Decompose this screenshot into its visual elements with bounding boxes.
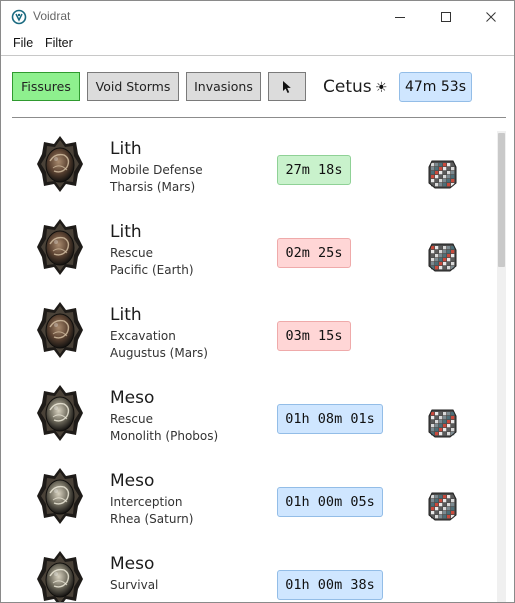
fissure-timer: 01h 08m 01s — [277, 404, 383, 434]
mission-node: Rhea (Saturn) — [110, 512, 194, 526]
fissure-timer: 02m 25s — [277, 238, 351, 268]
fissure-timer: 01h 00m 05s — [277, 487, 383, 517]
fissure-row: Lith Rescue Pacific (Earth) 02m 25s — [1, 201, 496, 284]
relic-tier: Meso — [110, 471, 155, 491]
relic-tier: Lith — [110, 305, 142, 325]
fissure-row: Lith Excavation Augustus (Mars) 03m 15s — [1, 284, 496, 367]
menu-file[interactable]: File — [13, 36, 33, 50]
mission-node: Tharsis (Mars) — [110, 180, 196, 194]
mission-type: Rescue — [110, 412, 154, 426]
relic-icon — [37, 302, 83, 358]
cycle-timer: 47m 53s — [399, 72, 472, 102]
maximize-button[interactable] — [423, 1, 469, 33]
relic-icon — [37, 136, 83, 192]
cycle-location: Cetus — [323, 77, 372, 97]
relic-icon — [37, 551, 83, 602]
relic-icon — [37, 385, 83, 441]
cursor-icon — [283, 80, 291, 93]
fissure-timer: 27m 18s — [277, 155, 351, 185]
maximize-icon — [441, 12, 451, 22]
app-window: Voidrat File Filter Fissures Void Storms… — [0, 0, 515, 603]
mission-type: Excavation — [110, 329, 176, 343]
relic-icon — [37, 468, 83, 524]
mission-type: Rescue — [110, 246, 154, 260]
fissure-row: Meso Survival 01h 00m 38s — [1, 533, 496, 602]
steel-path-icon — [428, 409, 457, 438]
minimize-icon — [395, 17, 405, 18]
menu-bar: File Filter — [1, 33, 514, 56]
relic-tier: Meso — [110, 388, 155, 408]
fissure-list: Lith Mobile Defense Tharsis (Mars) 27m 1… — [1, 118, 496, 602]
mission-node: Augustus (Mars) — [110, 346, 208, 360]
fissure-row: Meso Rescue Monolith (Phobos) 01h 08m 01… — [1, 367, 496, 450]
relic-icon — [37, 219, 83, 275]
menu-filter[interactable]: Filter — [45, 36, 73, 50]
close-icon — [486, 12, 496, 22]
scrollbar-thumb[interactable] — [498, 133, 505, 267]
tab-void-storms[interactable]: Void Storms — [87, 72, 179, 101]
tab-fissures[interactable]: Fissures — [12, 72, 80, 101]
fissure-row: Meso Interception Rhea (Saturn) 01h 00m … — [1, 450, 496, 533]
relic-tier: Meso — [110, 554, 155, 574]
tab-invasions[interactable]: Invasions — [186, 72, 261, 101]
mission-type: Mobile Defense — [110, 163, 203, 177]
mission-type: Survival — [110, 578, 159, 592]
relic-tier: Lith — [110, 139, 142, 159]
mission-node: Monolith (Phobos) — [110, 429, 219, 443]
fissure-timer: 03m 15s — [277, 321, 351, 351]
minimize-button[interactable] — [377, 1, 423, 33]
sun-icon: ☀ — [375, 80, 388, 96]
mission-type: Interception — [110, 495, 183, 509]
window-title: Voidrat — [33, 9, 71, 23]
fissure-row: Lith Mobile Defense Tharsis (Mars) 27m 1… — [1, 118, 496, 201]
steel-path-icon — [428, 160, 457, 189]
steel-path-icon — [428, 243, 457, 272]
steel-path-icon — [428, 492, 457, 521]
app-icon — [11, 9, 27, 25]
close-button[interactable] — [468, 1, 514, 33]
relic-tier: Lith — [110, 222, 142, 242]
cursor-button[interactable] — [268, 72, 306, 101]
title-bar[interactable]: Voidrat — [1, 1, 514, 33]
mission-node: Pacific (Earth) — [110, 263, 194, 277]
fissure-timer: 01h 00m 38s — [277, 570, 383, 600]
